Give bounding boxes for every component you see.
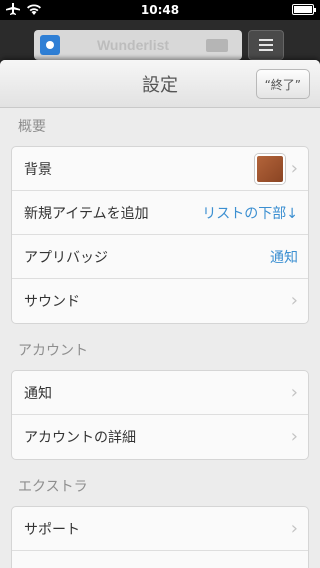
row-notifications[interactable]: 通知 › [12,371,308,415]
status-time: 10:48 [140,3,180,17]
settings-sheet: 設定 “終了” 概要 背景 › 新規アイテムを追加 リストの下部↓ アプリバッジ… [0,60,320,568]
row-label: サポート [24,521,80,538]
row-label: アプリバッジ [24,249,108,266]
status-left [6,3,42,15]
background-app-bar: Wunderlist [34,30,242,60]
row-value: リストの下部↓ [202,205,298,222]
row-sound[interactable]: サウンド › [12,279,308,323]
section-header-overview: 概要 [18,119,46,135]
chevron-right-icon: › [290,381,298,403]
wifi-icon [27,4,41,15]
chevron-right-icon: › [290,290,298,311]
background-swatch [254,153,285,184]
menu-icon [248,30,284,60]
background-app-title: Wunderlist [96,37,170,53]
settings-group-overview: 背景 › 新規アイテムを追加 リストの下部↓ アプリバッジ 通知 サウンド › [11,146,309,324]
chevron-right-icon: › [290,517,298,539]
screen: 10:48 Wunderlist 設定 “終了” 概要 背景 › 新規アイテムを… [0,0,320,568]
row-value: 通知 [270,249,298,266]
chevron-right-icon: › [290,426,298,447]
section-header-account: アカウント [18,343,88,359]
row-support[interactable]: サポート › [12,507,308,551]
row-next[interactable] [12,551,308,568]
status-bar: 10:48 [0,0,320,20]
row-label: アカウントの詳細 [24,430,136,446]
row-account-details[interactable]: アカウントの詳細 › [12,415,308,459]
status-right [292,4,316,15]
done-button[interactable]: “終了” [255,69,310,99]
settings-group-extras: サポート › [11,506,309,568]
airplane-icon [6,3,20,15]
row-label: 新規アイテムを追加 [24,205,149,222]
row-app-badge[interactable]: アプリバッジ 通知 [12,235,308,279]
row-add-new-item[interactable]: 新規アイテムを追加 リストの下部↓ [12,191,308,235]
settings-group-account: 通知 › アカウントの詳細 › [11,370,309,460]
avatar-icon [40,35,60,55]
chevron-right-icon: › [290,157,298,179]
navigation-bar: 設定 “終了” [0,60,320,108]
row-label: サウンド [24,294,80,310]
row-label: 通知 [24,385,52,402]
tag-icon [206,38,228,52]
battery-icon [292,4,316,15]
row-label: 背景 [24,161,52,178]
page-title: 設定 [142,74,178,96]
section-header-extras: エクストラ [18,479,88,495]
row-background[interactable]: 背景 › [12,147,308,191]
